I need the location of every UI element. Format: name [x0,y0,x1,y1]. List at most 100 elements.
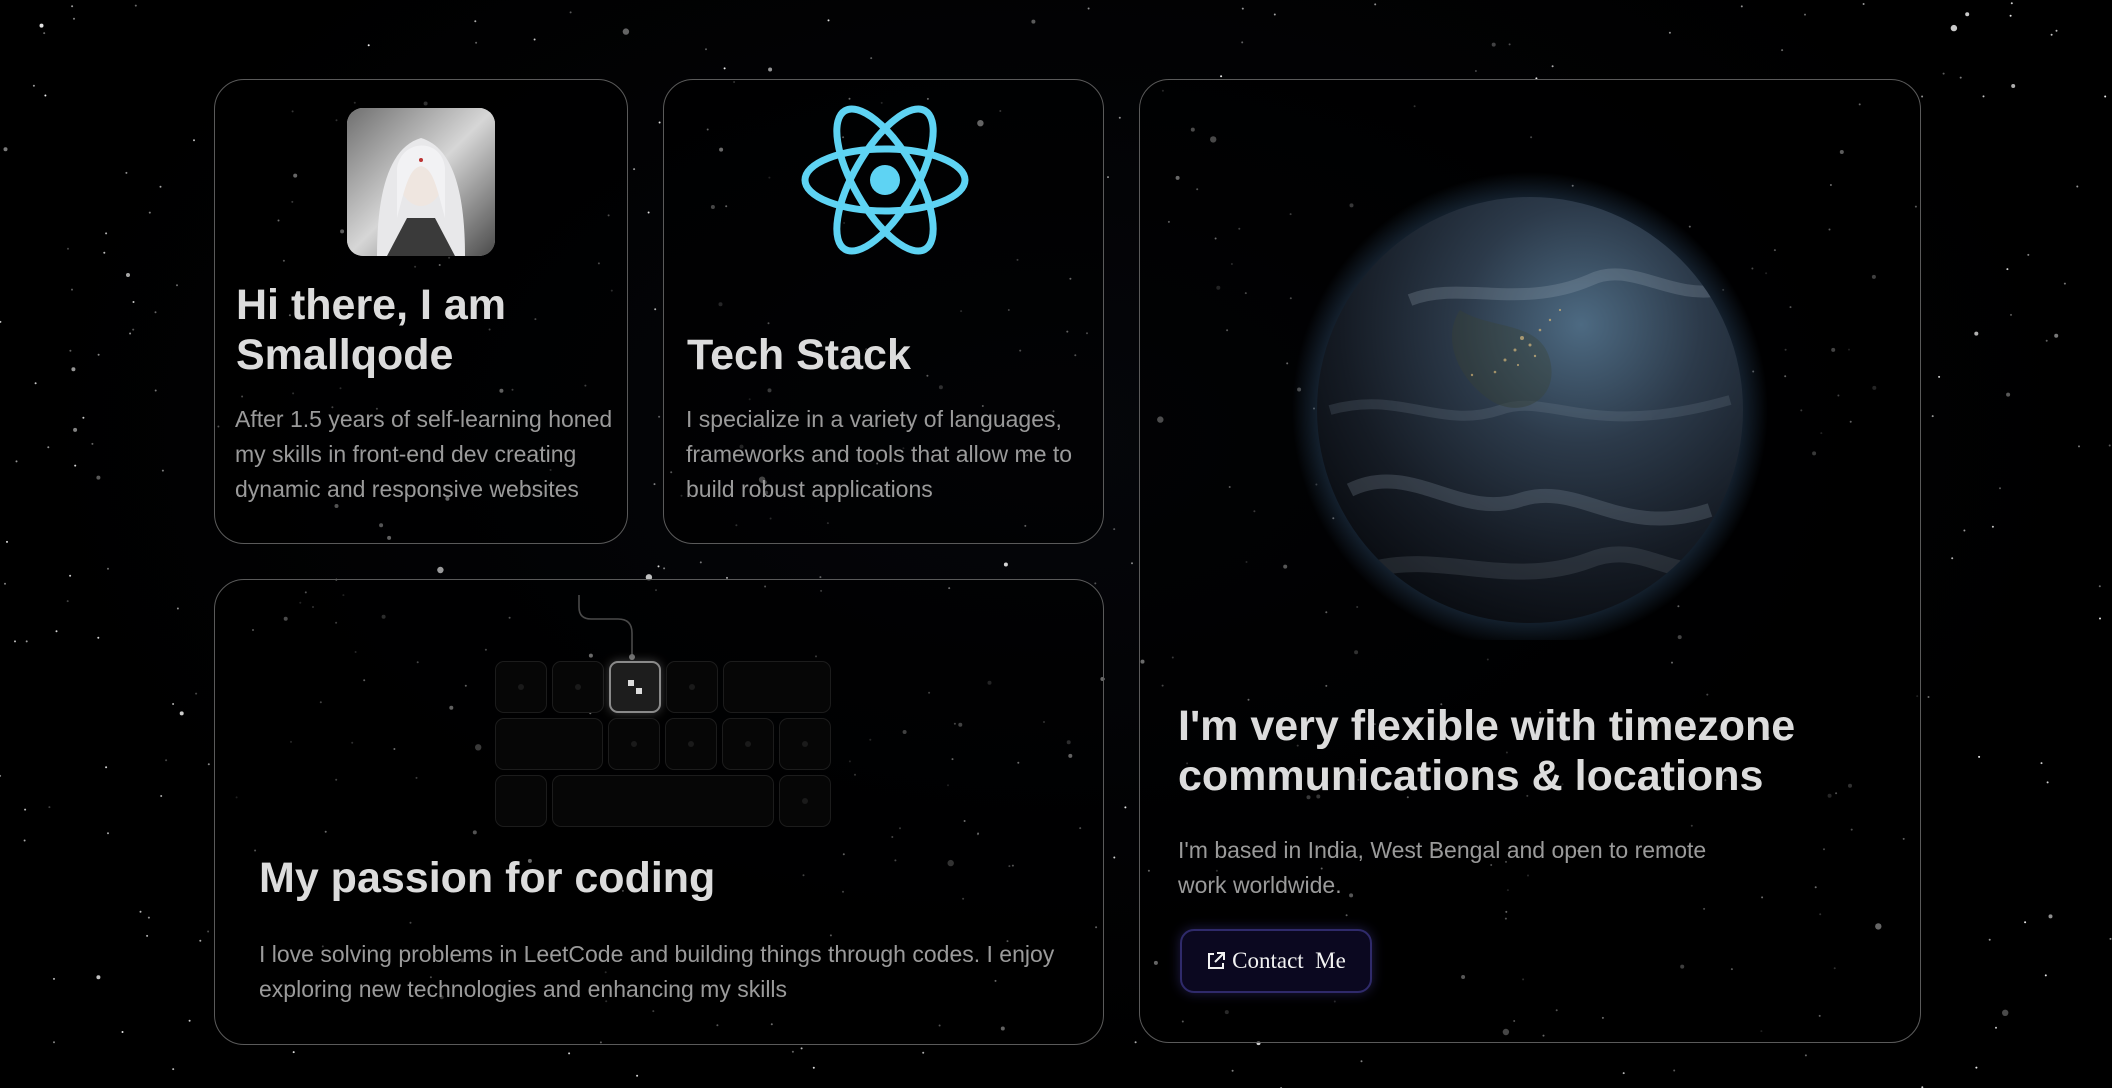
star [3,147,8,152]
intro-description-line3: dynamic and responsive websites [235,476,579,502]
star [1974,331,1979,336]
star [24,808,27,811]
keyboard-key [608,718,660,770]
tech-stack-description-line3: build robust applications [686,476,933,502]
star [1622,1072,1625,1075]
star [179,711,184,716]
star [132,301,135,303]
star [2078,445,2080,448]
star [1999,487,2001,490]
star [96,475,101,480]
star [2046,781,2049,784]
intro-description-line2: my skills in front-end dev creating [235,441,577,467]
star [43,32,46,35]
star [91,442,94,445]
star [1942,72,1945,75]
star [622,28,630,35]
location-description-line1: I'm based in India, West Bengal and open… [1178,837,1707,863]
star [1374,3,1377,6]
star [2045,339,2048,342]
keyboard-key [495,718,603,770]
star [139,910,142,913]
star [819,576,822,579]
star [1804,1054,1807,1057]
star [1107,176,1109,179]
star [1673,1069,1676,1072]
tech-stack-card: Tech Stack I specialize in a variety of … [663,79,1104,544]
star [161,469,164,472]
tech-stack-description-line1: I specialize in a variety of languages, [686,406,1062,432]
star [1241,7,1244,10]
keyboard-key [779,775,831,827]
star [2006,268,2009,271]
star [207,930,210,933]
star [2027,253,2030,256]
intro-card: Hi there, I am Smallqode After 1.5 years… [214,79,628,544]
star [73,17,75,20]
contact-me-button[interactable]: Contact Me [1180,929,1372,993]
star [1273,13,1276,16]
star [176,607,179,610]
star [1087,7,1090,10]
star [1921,95,1924,98]
star [2054,333,2059,338]
star [69,574,72,577]
star [69,349,72,352]
star [2050,33,2053,36]
star [1950,24,1958,32]
star [195,692,198,695]
star [105,766,108,769]
passion-description-line2: exploring new technologies and enhancing… [259,976,788,1002]
star [1988,938,1991,941]
keyboard-key-active [609,661,661,713]
star [1978,755,1981,758]
passion-card: My passion for coding I love solving pro… [214,579,1104,1045]
star [705,48,707,51]
star [53,977,55,980]
star [654,308,657,311]
star [193,139,195,142]
star [82,416,85,419]
star [1241,41,1244,44]
star [154,311,157,314]
star [1220,75,1223,78]
star [25,640,28,643]
star [55,630,58,633]
star [172,1068,175,1071]
star [44,94,47,97]
star [134,4,137,7]
star [34,382,37,385]
star [1927,696,1930,698]
star [1231,1069,1234,1072]
location-card: I'm very flexible with timezone communic… [1139,79,1921,1043]
star [154,389,157,392]
avatar-portrait-icon [347,108,495,256]
star [2024,921,2027,924]
star [533,38,536,41]
star [723,67,726,70]
star [1931,415,1934,418]
star [657,565,660,568]
page-background: Hi there, I am Smallqode After 1.5 years… [0,0,2112,1088]
star [67,247,69,250]
star [96,975,101,980]
keyboard-key [552,775,774,827]
keyboard-key [722,718,774,770]
tech-stack-description-line2: frameworks and tools that allow me to [686,441,1073,467]
star [1951,557,1954,560]
star [2098,585,2101,588]
star [1118,116,1121,119]
star [1959,76,1962,79]
keyboard-key [666,661,718,713]
star [160,795,163,797]
star [147,916,150,919]
keyboard-key [495,775,547,827]
star [663,567,666,570]
star [39,23,44,28]
avatar [347,108,495,256]
star [699,561,702,564]
star [165,759,168,762]
star [0,320,2,323]
star [633,168,636,171]
star [2010,313,2012,316]
